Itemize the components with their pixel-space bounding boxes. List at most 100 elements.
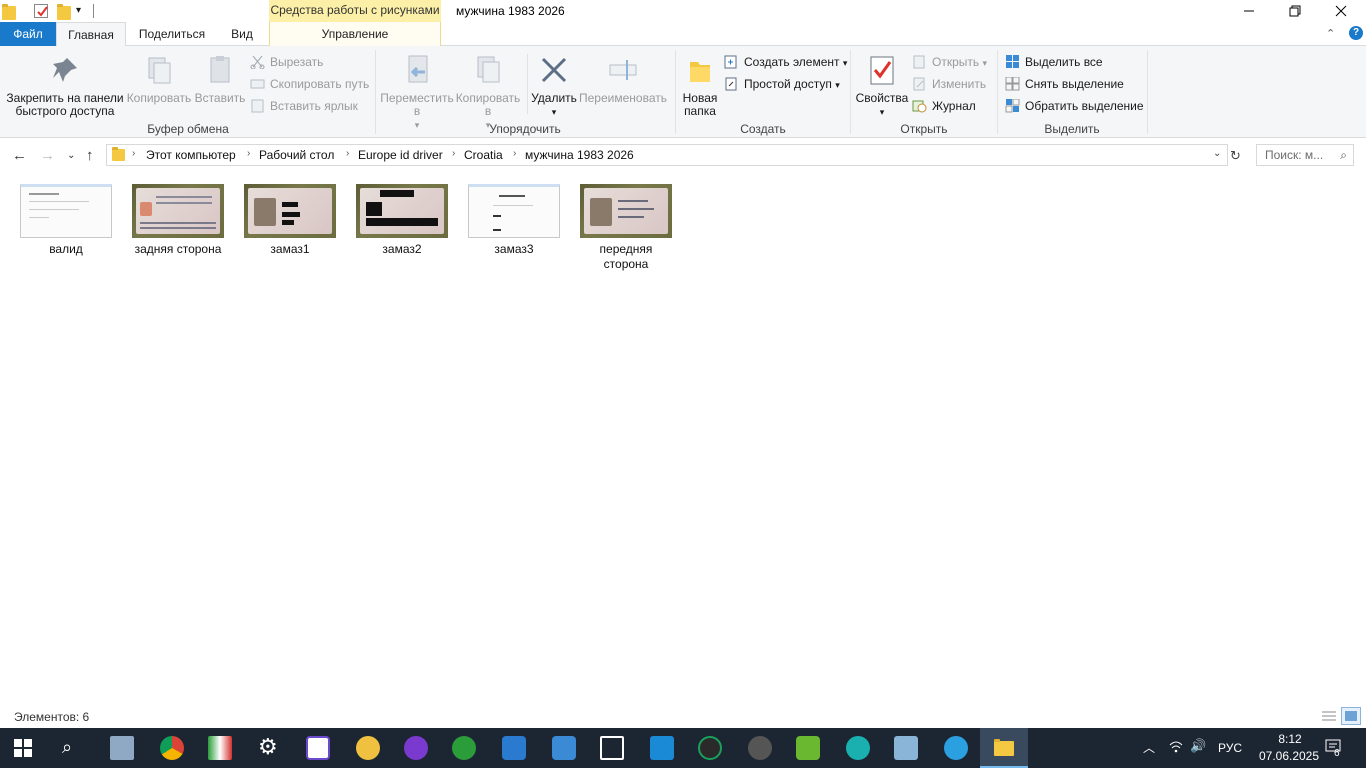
copy-to-label: Копировать в xyxy=(455,91,521,118)
app-icon[interactable] xyxy=(698,736,722,760)
taskbar: ⌕ ⚙ ︿ 🔊 РУС 8:12 07.06.2025 6 xyxy=(0,728,1366,768)
cut-button[interactable]: Вырезать xyxy=(250,52,323,72)
select-all-button[interactable]: Выделить все xyxy=(1005,52,1103,72)
app-icon[interactable] xyxy=(306,736,330,760)
file-item[interactable]: замаз2 xyxy=(352,184,452,257)
app-icon[interactable] xyxy=(110,736,134,760)
file-item[interactable]: задняя сторона xyxy=(128,184,228,257)
document-thumbnail xyxy=(20,184,112,238)
clock-time[interactable]: 8:12 xyxy=(1268,732,1312,746)
chevron-right-icon[interactable]: › xyxy=(452,148,455,159)
utorrent-icon[interactable] xyxy=(452,736,476,760)
address-dropdown-icon[interactable]: ⌄ xyxy=(1213,148,1221,159)
snipping-tool-icon[interactable] xyxy=(600,736,624,760)
select-none-button[interactable]: Снять выделение xyxy=(1005,74,1124,94)
invert-selection-button[interactable]: Обратить выделение xyxy=(1005,96,1144,116)
chevron-right-icon[interactable]: › xyxy=(513,148,516,159)
search-icon[interactable]: ⌕ xyxy=(62,737,72,758)
address-bar[interactable]: › Этот компьютер › Рабочий стол › Europe… xyxy=(106,144,1228,166)
breadcrumb-item[interactable]: мужчина 1983 2026 xyxy=(525,148,634,162)
file-item[interactable]: замаз1 xyxy=(240,184,340,257)
forward-arrow-icon[interactable]: → xyxy=(40,147,55,164)
app-icon[interactable] xyxy=(356,736,380,760)
file-item[interactable]: передняя сторона xyxy=(576,184,676,272)
close-button[interactable] xyxy=(1318,0,1364,22)
show-hidden-icons-icon[interactable]: ︿ xyxy=(1143,739,1155,756)
delete-button[interactable]: Удалить ▾ xyxy=(528,54,580,119)
search-input[interactable]: Поиск: м... ⌕ xyxy=(1256,144,1354,166)
paste-button[interactable]: Вставить xyxy=(192,54,248,105)
up-arrow-icon[interactable]: ↑ xyxy=(86,147,94,164)
tab-file[interactable]: Файл xyxy=(0,22,56,46)
history-button[interactable]: Журнал xyxy=(912,96,976,116)
collapse-ribbon-icon[interactable]: ⌃ xyxy=(1326,27,1335,40)
move-to-button[interactable]: Переместить в ▾ xyxy=(380,54,454,132)
chrome-icon[interactable] xyxy=(160,736,184,760)
document-thumbnail xyxy=(468,184,560,238)
breadcrumb-item[interactable]: Этот компьютер xyxy=(146,148,236,162)
tab-home[interactable]: Главная xyxy=(56,22,126,47)
restore-icon xyxy=(1289,5,1301,17)
file-item[interactable]: валид xyxy=(16,184,116,257)
properties-button[interactable]: Свойства ▾ xyxy=(854,54,910,119)
app-icon[interactable] xyxy=(894,736,918,760)
select-all-label: Выделить все xyxy=(1025,55,1103,69)
rename-button[interactable]: Переименовать xyxy=(578,54,668,105)
breadcrumb-item[interactable]: Europe id driver xyxy=(358,148,443,162)
copy-button[interactable]: Копировать xyxy=(126,54,192,105)
tab-share[interactable]: Поделиться xyxy=(128,22,216,46)
search-icon[interactable]: ⌕ xyxy=(1340,148,1347,163)
file-item[interactable]: замаз3 xyxy=(464,184,564,257)
notifications-count: 6 xyxy=(1334,748,1340,759)
pin-label: Закрепить на панели быстрого доступа xyxy=(6,91,124,118)
paste-shortcut-button[interactable]: Вставить ярлык xyxy=(250,96,358,116)
gear-icon[interactable]: ⚙ xyxy=(258,734,278,760)
chevron-right-icon[interactable]: › xyxy=(247,148,250,159)
edit-button[interactable]: Изменить xyxy=(912,74,986,94)
chevron-right-icon[interactable]: › xyxy=(346,148,349,159)
tor-browser-icon[interactable] xyxy=(404,736,428,760)
copy-to-button[interactable]: Копировать в ▾ xyxy=(454,54,522,132)
refresh-icon[interactable]: ↻ xyxy=(1230,148,1241,164)
recent-locations-chevron-icon[interactable]: ⌄ xyxy=(67,150,75,161)
tab-view[interactable]: Вид xyxy=(218,22,266,46)
properties-quick-icon[interactable] xyxy=(34,4,48,18)
select-none-icon xyxy=(1005,76,1020,91)
app-icon[interactable] xyxy=(846,736,870,760)
photos-icon[interactable] xyxy=(502,736,526,760)
breadcrumb-item[interactable]: Рабочий стол xyxy=(259,148,334,162)
restore-button[interactable] xyxy=(1272,0,1318,22)
pin-quick-access-button[interactable]: Закрепить на панели быстрого доступа xyxy=(4,54,126,118)
app-icon[interactable] xyxy=(552,736,576,760)
shield-icon[interactable] xyxy=(650,736,674,760)
clock-date[interactable]: 07.06.2025 xyxy=(1256,749,1322,763)
copy-path-button[interactable]: Скопировать путь xyxy=(250,74,369,94)
telegram-icon[interactable] xyxy=(944,736,968,760)
customize-quick-access-icon[interactable]: ▾ xyxy=(76,5,81,16)
tab-manage[interactable]: Управление xyxy=(269,22,441,46)
new-folder-quick-icon[interactable] xyxy=(57,4,71,20)
file-explorer-taskbar-button[interactable] xyxy=(980,728,1028,768)
folder-icon xyxy=(2,4,16,20)
windows-start-icon[interactable] xyxy=(14,739,32,760)
chevron-right-icon[interactable]: › xyxy=(132,148,135,159)
breadcrumb-item[interactable]: Croatia xyxy=(464,148,503,162)
card-redacted-thumbnail xyxy=(356,184,448,238)
app-icon[interactable] xyxy=(208,736,232,760)
help-icon[interactable]: ? xyxy=(1349,26,1363,40)
navigation-bar: ← → ⌄ ↑ › Этот компьютер › Рабочий стол … xyxy=(0,139,1366,173)
app-icon[interactable] xyxy=(748,736,772,760)
back-arrow-icon[interactable]: ← xyxy=(12,147,27,164)
wifi-icon[interactable] xyxy=(1168,739,1184,756)
language-indicator[interactable]: РУС xyxy=(1218,741,1242,755)
large-icons-view-icon[interactable] xyxy=(1341,707,1361,725)
new-item-button[interactable]: Создать элемент ▾ xyxy=(724,52,847,72)
details-view-icon[interactable] xyxy=(1319,707,1339,725)
minimize-button[interactable] xyxy=(1226,0,1272,22)
open-button[interactable]: Открыть ▾ xyxy=(912,52,987,72)
new-folder-button[interactable]: Новая папка xyxy=(680,54,720,118)
easy-access-button[interactable]: Простой доступ ▾ xyxy=(724,74,840,94)
close-icon xyxy=(1335,5,1347,17)
lock-icon[interactable] xyxy=(796,736,820,760)
volume-icon[interactable]: 🔊 xyxy=(1190,738,1206,754)
